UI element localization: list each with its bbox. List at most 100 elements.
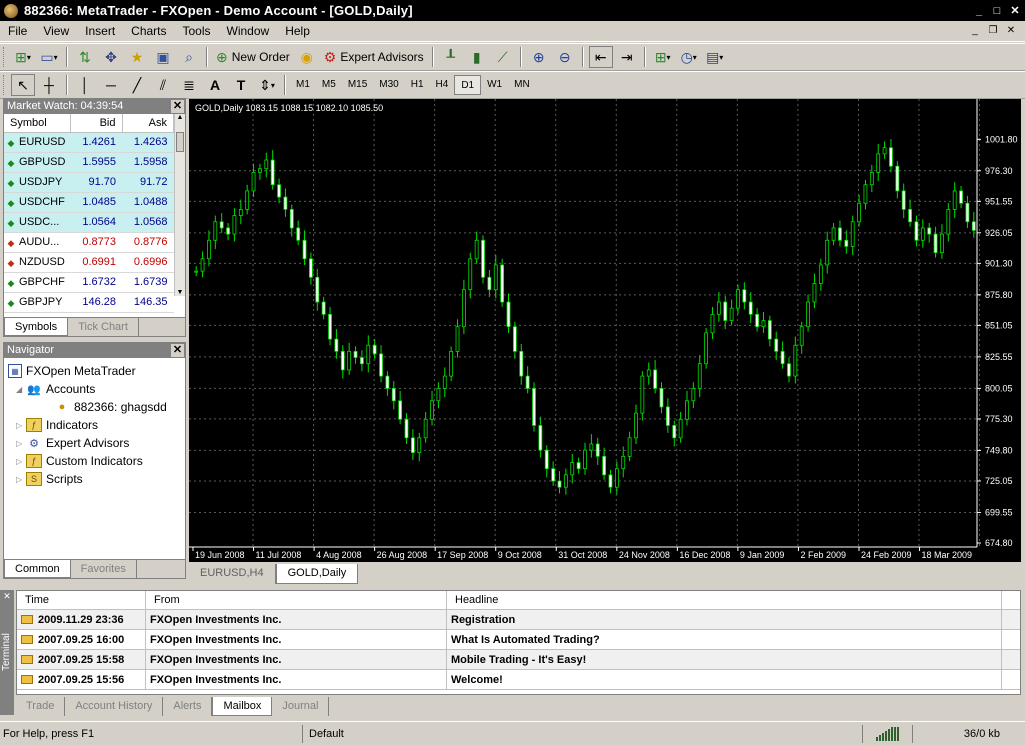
zoom-out-button[interactable]: ⊖	[553, 46, 577, 68]
profiles-button[interactable]: ▭ ▾	[37, 46, 61, 68]
market-watch-row[interactable]: ◆ USDJPY 91.70 91.72	[4, 172, 174, 193]
tab-alerts[interactable]: Alerts	[163, 697, 213, 716]
mdi-restore-button[interactable]: ❐	[985, 24, 1001, 38]
expert-advisors-button[interactable]: ⚙ Expert Advisors	[321, 46, 427, 68]
line-chart-icon[interactable]: ⟋	[491, 46, 515, 68]
market-watch-row[interactable]: ◆ GBPJPY 146.28 146.35	[4, 292, 174, 313]
tab-trade[interactable]: Trade	[16, 697, 66, 716]
mdi-close-button[interactable]: ✕	[1003, 24, 1019, 38]
timeframe-h4[interactable]: H4	[430, 75, 455, 95]
channel-icon[interactable]: ⫽	[151, 74, 175, 96]
market-watch-row[interactable]: ◆ EURUSD 1.4261 1.4263	[4, 132, 174, 153]
market-watch-scrollbar[interactable]: ▲ ▼	[174, 114, 185, 296]
tab-gold-daily[interactable]: GOLD,Daily	[275, 564, 359, 584]
nav-indicators[interactable]: ▷ ƒ Indicators	[8, 416, 185, 434]
col-symbol[interactable]: Symbol	[4, 114, 71, 133]
expand-icon[interactable]: ▷	[16, 439, 26, 448]
timeframe-m30[interactable]: M30	[373, 75, 404, 95]
menu-window[interactable]: Window	[219, 21, 278, 42]
navigator-button[interactable]: ★	[125, 46, 149, 68]
fibonacci-icon[interactable]: ≣	[177, 74, 201, 96]
tab-mailbox[interactable]: Mailbox	[212, 697, 273, 716]
mdi-minimize-button[interactable]: _	[967, 24, 983, 38]
col-time[interactable]: Time	[17, 591, 146, 609]
expand-icon[interactable]: ▷	[16, 457, 26, 466]
menu-file[interactable]: File	[0, 21, 35, 42]
nav-expert-advisors[interactable]: ▷ ⚙ Expert Advisors	[8, 434, 185, 452]
terminal-button[interactable]: ▣	[151, 46, 175, 68]
data-window-button[interactable]: ✥	[99, 46, 123, 68]
nav-accounts[interactable]: ◢ 👥 Accounts	[8, 380, 185, 398]
market-watch-row[interactable]: ◆ NZDUSD 0.6991 0.6996	[4, 252, 174, 273]
price-chart[interactable]: 1001.80 976.30 951.55 926.05 901.30 875.80 851…	[189, 99, 1021, 562]
crosshair-icon[interactable]: ┼	[37, 74, 61, 96]
autoscroll-button[interactable]: ⇤	[588, 46, 613, 68]
vertical-line-icon[interactable]: │	[73, 74, 97, 96]
bar-chart-icon[interactable]: ┸	[439, 46, 463, 68]
zoom-in-button[interactable]: ⊕	[527, 46, 551, 68]
navigator-close-button[interactable]: ✕	[171, 344, 184, 357]
timeframe-h1[interactable]: H1	[405, 75, 430, 95]
market-watch-button[interactable]: ⇅	[73, 46, 97, 68]
timeframe-m5[interactable]: M5	[316, 75, 342, 95]
tab-journal[interactable]: Journal	[272, 697, 330, 716]
new-chart-button[interactable]: ⊞ ▾	[11, 46, 35, 68]
market-watch-row[interactable]: ◆ AUDU... 0.8773 0.8776	[4, 232, 174, 253]
tab-symbols[interactable]: Symbols	[4, 318, 69, 336]
market-watch-row[interactable]: ◆ GBPCHF 1.6732 1.6739	[4, 272, 174, 293]
text-label-icon[interactable]: T	[229, 74, 253, 96]
market-watch-row[interactable]: ◆ USDC... 1.0564 1.0568	[4, 212, 174, 233]
timeframe-mn[interactable]: MN	[508, 75, 536, 95]
mail-row[interactable]: 2007.09.25 16:00 FXOpen Investments Inc. W…	[17, 630, 1020, 650]
timeframe-w1[interactable]: W1	[481, 75, 508, 95]
market-watch-row[interactable]: ◆ GBPUSD 1.5955 1.5958	[4, 152, 174, 173]
menu-view[interactable]: View	[35, 21, 77, 42]
maximize-button[interactable]: □	[989, 3, 1005, 18]
market-watch-row[interactable]: ◆ USDCHF 1.0485 1.0488	[4, 192, 174, 213]
metaeditor-button[interactable]: ◉	[295, 46, 319, 68]
text-icon[interactable]: A	[203, 74, 227, 96]
chart-window[interactable]: 1001.80 976.30 951.55 926.05 901.30 875.80 851…	[189, 99, 1021, 562]
templates-button[interactable]: ▤ ▾	[703, 46, 727, 68]
tab-eurusd-h4[interactable]: EURUSD,H4	[189, 564, 276, 584]
market-watch-close-button[interactable]: ✕	[171, 100, 184, 113]
mail-row[interactable]: 2007.09.25 15:56 FXOpen Investments Inc. W…	[17, 670, 1020, 690]
tester-button[interactable]: ⌕	[177, 46, 201, 68]
nav-scripts[interactable]: ▷ S Scripts	[8, 470, 185, 488]
col-bid[interactable]: Bid	[70, 114, 123, 133]
col-ask[interactable]: Ask	[122, 114, 174, 133]
menu-charts[interactable]: Charts	[123, 21, 174, 42]
terminal-close-button[interactable]: ✕	[1, 590, 13, 602]
indicators-button[interactable]: ⊞ ▾	[651, 46, 675, 68]
expand-icon[interactable]: ▷	[16, 475, 26, 484]
arrows-icon[interactable]: ⇕ ▾	[255, 74, 279, 96]
timeframe-d1[interactable]: D1	[454, 75, 482, 95]
tab-account-history[interactable]: Account History	[65, 697, 164, 716]
close-button[interactable]: ✕	[1007, 3, 1023, 18]
trendline-icon[interactable]: ╱	[125, 74, 149, 96]
expand-icon[interactable]: ▷	[16, 421, 26, 430]
tab-tick-chart[interactable]: Tick Chart	[68, 318, 139, 336]
mail-row[interactable]: 2009.11.29 23:36 FXOpen Investments Inc. R…	[17, 610, 1020, 630]
horizontal-line-icon[interactable]: ─	[99, 74, 123, 96]
menu-tools[interactable]: Tools	[175, 21, 219, 42]
tab-favorites[interactable]: Favorites	[71, 560, 137, 578]
collapse-icon[interactable]: ◢	[16, 385, 26, 394]
mail-row[interactable]: 2007.09.25 15:58 FXOpen Investments Inc. M…	[17, 650, 1020, 670]
timeframe-m1[interactable]: M1	[290, 75, 316, 95]
col-from[interactable]: From	[146, 591, 447, 609]
nav-custom-indicators[interactable]: ▷ ƒ Custom Indicators	[8, 452, 185, 470]
chart-shift-button[interactable]: ⇥	[615, 46, 639, 68]
periods-button[interactable]: ◷ ▾	[677, 46, 701, 68]
candlestick-icon[interactable]: ▮	[465, 46, 489, 68]
cursor-icon[interactable]: ↖	[11, 74, 35, 96]
minimize-button[interactable]: _	[971, 3, 987, 18]
tab-common[interactable]: Common	[4, 560, 71, 578]
timeframe-m15[interactable]: M15	[342, 75, 373, 95]
menu-help[interactable]: Help	[277, 21, 318, 42]
nav-account-item[interactable]: ● 882366: ghagsdd	[8, 398, 185, 416]
new-order-button[interactable]: ⊕ New Order	[213, 46, 293, 68]
nav-root[interactable]: ▦ FXOpen MetaTrader	[8, 362, 185, 380]
menu-insert[interactable]: Insert	[77, 21, 123, 42]
col-headline[interactable]: Headline	[447, 591, 1002, 609]
